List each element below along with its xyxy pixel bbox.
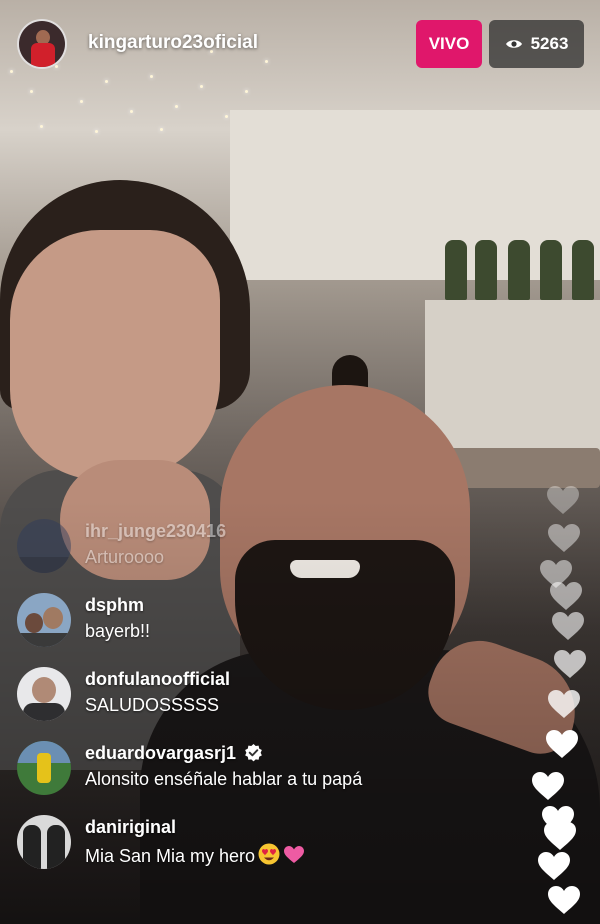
commenter-avatar[interactable] xyxy=(17,741,71,795)
comment-text: Arturoooo xyxy=(85,547,165,567)
pink-heart-emoji xyxy=(284,846,305,863)
live-header: kingarturo23oficial VIVO 5263 xyxy=(0,0,600,90)
comment-item: ihr_junge230416 Arturoooo xyxy=(17,517,517,573)
comment-text: Mia San Mia my hero xyxy=(85,843,305,867)
broadcaster-avatar[interactable] xyxy=(17,19,67,69)
live-badge: VIVO xyxy=(416,20,482,68)
commenter-avatar[interactable] xyxy=(17,667,71,721)
broadcaster-username[interactable]: kingarturo23oficial xyxy=(88,32,258,54)
commenter-avatar[interactable] xyxy=(17,519,71,573)
commenter-username[interactable]: dsphm xyxy=(85,595,144,616)
heart-icon xyxy=(548,524,580,552)
viewer-count-badge[interactable]: 5263 xyxy=(489,20,584,68)
comment-text-content: Mia San Mia my hero xyxy=(85,846,256,866)
comment-item: dsphm bayerb!! xyxy=(17,591,517,647)
viewer-count: 5263 xyxy=(530,34,569,53)
commenter-avatar[interactable] xyxy=(17,593,71,647)
commenter-username[interactable]: eduardovargasrj1 xyxy=(85,743,263,764)
verified-icon xyxy=(245,743,262,762)
commenter-username[interactable]: daniriginal xyxy=(85,817,176,838)
comment-text: bayerb!! xyxy=(85,621,151,641)
live-video-stage: kingarturo23oficial VIVO 5263 ihr_junge2… xyxy=(0,0,600,924)
comment-text: Alonsito enséñale hablar a tu papá xyxy=(85,769,363,789)
eye-icon xyxy=(505,40,522,48)
commenter-username[interactable]: ihr_junge230416 xyxy=(85,521,226,542)
heart-icon xyxy=(546,730,578,758)
heart-icon xyxy=(547,486,579,514)
heart-icon xyxy=(550,582,582,610)
commenter-avatar[interactable] xyxy=(17,815,71,869)
heart-icon xyxy=(544,822,576,850)
boy-face xyxy=(10,230,220,480)
commenter-username[interactable]: donfulanoofficial xyxy=(85,669,230,690)
comment-text: SALUDOSSSSS xyxy=(85,695,220,715)
comment-item: daniriginal Mia San Mia my hero xyxy=(17,813,517,869)
heart-icon xyxy=(532,772,564,800)
heart-icon xyxy=(554,650,586,678)
plants xyxy=(440,230,600,300)
comment-item: eduardovargasrj1 Alonsito enséñale habla… xyxy=(17,739,517,795)
commenter-username-text: eduardovargasrj1 xyxy=(85,743,237,763)
heart-icon xyxy=(538,852,570,880)
heart-icon xyxy=(548,886,580,914)
heart-icon xyxy=(548,690,580,718)
heart-eyes-emoji xyxy=(258,843,280,865)
floating-hearts xyxy=(530,480,600,924)
comment-item: donfulanoofficial SALUDOSSSSS xyxy=(17,665,517,721)
heart-icon xyxy=(552,612,584,640)
